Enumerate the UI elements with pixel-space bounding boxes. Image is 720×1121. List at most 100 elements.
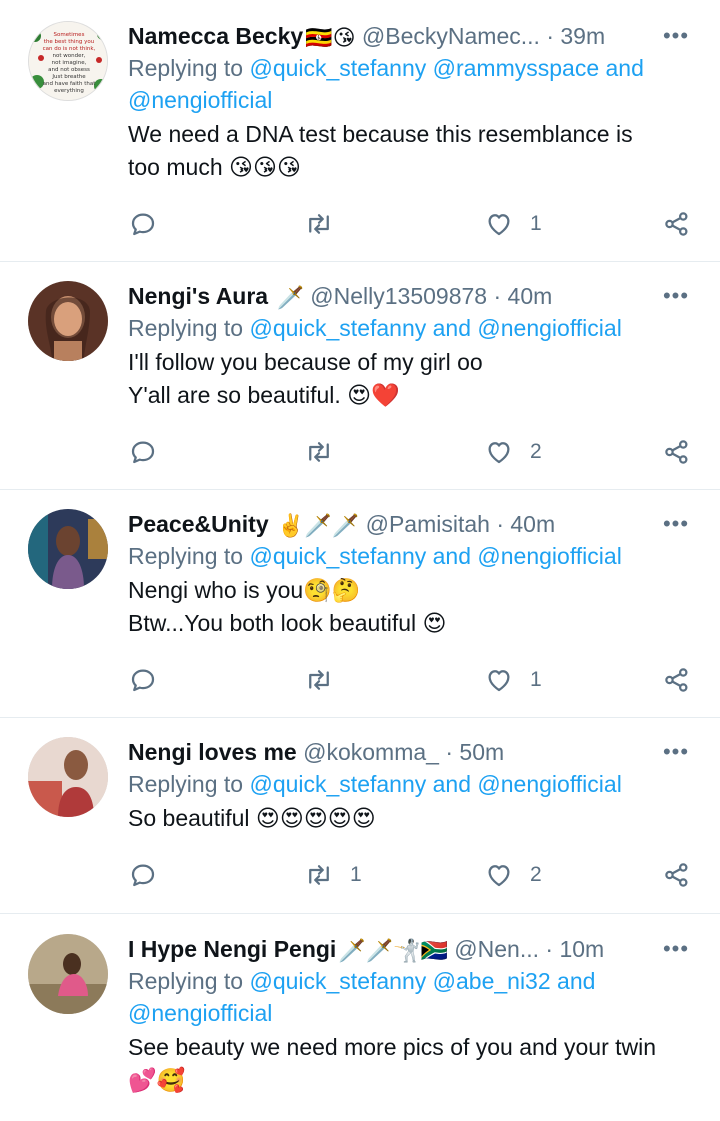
svg-text:and have faith that: and have faith that bbox=[43, 81, 97, 87]
more-options-icon[interactable]: ••• bbox=[660, 20, 692, 52]
tweet-text: I'll follow you because of my girl oo Y'… bbox=[128, 349, 483, 408]
retweet-button[interactable] bbox=[304, 204, 350, 244]
mention-link[interactable]: @quick_stefanny and @nengiofficial bbox=[249, 315, 621, 341]
like-count: 2 bbox=[530, 863, 542, 886]
replying-to: Replying to @quick_stefanny @abe_ni32 an… bbox=[128, 965, 700, 1029]
tweet-actions: 1 2 bbox=[128, 855, 700, 895]
mention-link[interactable]: @quick_stefanny @abe_ni32 and bbox=[249, 968, 595, 994]
avatar-image bbox=[28, 281, 108, 361]
mention-link[interactable]: @quick_stefanny @rammysspace and bbox=[249, 55, 643, 81]
reply-icon bbox=[131, 213, 155, 236]
avatar-image bbox=[28, 737, 108, 817]
reply-icon bbox=[131, 441, 155, 464]
reply-button[interactable] bbox=[128, 432, 174, 472]
replying-to-label: Replying to bbox=[128, 968, 244, 994]
retweet-button[interactable]: 1 bbox=[304, 855, 362, 895]
user-handle[interactable]: @Pamisitah bbox=[366, 511, 490, 537]
tweet-header: Nengi loves me @kokomma_ · 50m ••• bbox=[128, 736, 700, 768]
replying-to-label: Replying to bbox=[128, 55, 244, 81]
mention-link[interactable]: @quick_stefanny and @nengiofficial bbox=[249, 771, 621, 797]
separator-dot: · bbox=[445, 739, 454, 765]
timestamp[interactable]: 39m bbox=[560, 23, 605, 49]
display-name[interactable]: Namecca Becky bbox=[128, 23, 303, 49]
tweet[interactable]: Peace&Unity ✌️🗡️🗡️ @Pamisitah · 40m ••• … bbox=[0, 490, 720, 718]
user-handle[interactable]: @BeckyNamec... bbox=[362, 23, 540, 49]
retweet-button[interactable] bbox=[304, 660, 350, 700]
share-button[interactable] bbox=[662, 855, 692, 895]
like-count: 1 bbox=[530, 668, 542, 691]
display-name[interactable]: Nengi loves me bbox=[128, 739, 297, 765]
display-name[interactable]: Nengi's Aura bbox=[128, 283, 268, 309]
avatar[interactable] bbox=[28, 509, 108, 589]
share-icon bbox=[665, 440, 688, 464]
avatar[interactable]: Sometimes the best thing you can do is n… bbox=[28, 21, 108, 101]
tweet-text: So beautiful 😍😍😍😍😍 bbox=[128, 805, 376, 831]
replying-to: Replying to @quick_stefanny @rammysspace… bbox=[128, 52, 700, 116]
user-handle[interactable]: @kokomma_ bbox=[303, 739, 439, 765]
avatar-image bbox=[28, 509, 108, 589]
retweet-icon bbox=[309, 865, 329, 885]
tweet[interactable]: Nengi loves me @kokomma_ · 50m ••• Reply… bbox=[0, 718, 720, 914]
separator-dot: · bbox=[493, 283, 502, 309]
svg-text:and not obsess: and not obsess bbox=[48, 67, 90, 73]
display-name[interactable]: Peace&Unity bbox=[128, 511, 269, 537]
tweet-actions: 1 bbox=[128, 660, 700, 700]
mention-link[interactable]: @nengiofficial bbox=[128, 87, 272, 113]
name-emoji: ✌️🗡️🗡️ bbox=[277, 512, 360, 538]
like-button[interactable]: 1 bbox=[484, 204, 542, 244]
svg-text:not imagine,: not imagine, bbox=[52, 60, 87, 66]
svg-text:can do is not think,: can do is not think, bbox=[43, 46, 96, 52]
more-options-icon[interactable]: ••• bbox=[660, 933, 692, 965]
like-button[interactable]: 1 bbox=[484, 660, 542, 700]
reply-button[interactable] bbox=[128, 855, 174, 895]
avatar[interactable] bbox=[28, 281, 108, 361]
replying-to-label: Replying to bbox=[128, 771, 244, 797]
share-button[interactable] bbox=[662, 204, 692, 244]
more-options-icon[interactable]: ••• bbox=[660, 280, 692, 312]
replying-to: Replying to @quick_stefanny and @nengiof… bbox=[128, 312, 700, 344]
tweet-actions: 2 bbox=[128, 432, 700, 472]
timestamp[interactable]: 40m bbox=[510, 511, 555, 537]
reply-icon bbox=[131, 864, 155, 887]
replying-to: Replying to @quick_stefanny and @nengiof… bbox=[128, 540, 700, 572]
retweet-icon bbox=[309, 442, 329, 462]
reply-button[interactable] bbox=[128, 660, 174, 700]
svg-text:not wonder,: not wonder, bbox=[53, 53, 86, 59]
tweet-header: Peace&Unity ✌️🗡️🗡️ @Pamisitah · 40m ••• bbox=[128, 508, 700, 540]
more-options-icon[interactable]: ••• bbox=[660, 736, 692, 768]
timestamp[interactable]: 10m bbox=[559, 936, 604, 962]
tweet[interactable]: Sometimes the best thing you can do is n… bbox=[0, 0, 720, 262]
like-button[interactable]: 2 bbox=[484, 432, 542, 472]
user-handle[interactable]: @Nelly13509878 bbox=[310, 283, 487, 309]
reply-icon bbox=[131, 669, 155, 692]
avatar-image bbox=[28, 934, 108, 1014]
avatar[interactable] bbox=[28, 934, 108, 1014]
share-button[interactable] bbox=[662, 432, 692, 472]
avatar[interactable] bbox=[28, 737, 108, 817]
share-icon bbox=[665, 668, 688, 692]
svg-text:the best thing you: the best thing you bbox=[44, 39, 94, 45]
user-handle[interactable]: @Nen... bbox=[454, 936, 539, 962]
mention-link[interactable]: @nengiofficial bbox=[128, 1000, 272, 1026]
tweet-actions: 1 bbox=[128, 204, 700, 244]
timestamp[interactable]: 50m bbox=[459, 739, 504, 765]
tweet[interactable]: I Hype Nengi Pengi🗡️🗡️🤺🇿🇦 @Nen... · 10m … bbox=[0, 914, 720, 1121]
replying-to-label: Replying to bbox=[128, 315, 244, 341]
more-options-icon[interactable]: ••• bbox=[660, 508, 692, 540]
reply-button[interactable] bbox=[128, 204, 174, 244]
svg-text:everything: everything bbox=[54, 88, 84, 94]
like-button[interactable]: 2 bbox=[484, 855, 542, 895]
display-name[interactable]: I Hype Nengi Pengi bbox=[128, 936, 336, 962]
mention-link[interactable]: @quick_stefanny and @nengiofficial bbox=[249, 543, 621, 569]
share-button[interactable] bbox=[662, 660, 692, 700]
name-emoji: 🗡️ bbox=[276, 284, 304, 310]
heart-icon bbox=[488, 214, 510, 236]
retweet-icon bbox=[309, 670, 329, 690]
tweet-text: Nengi who is you🧐🤔 Btw...You both look b… bbox=[128, 577, 447, 636]
retweet-button[interactable] bbox=[304, 432, 350, 472]
replying-to-label: Replying to bbox=[128, 543, 244, 569]
avatar-image: Sometimes the best thing you can do is n… bbox=[29, 22, 107, 100]
separator-dot: · bbox=[496, 511, 504, 537]
tweet[interactable]: Nengi's Aura 🗡️ @Nelly13509878 · 40m •••… bbox=[0, 262, 720, 490]
timestamp[interactable]: 40m bbox=[508, 283, 553, 309]
